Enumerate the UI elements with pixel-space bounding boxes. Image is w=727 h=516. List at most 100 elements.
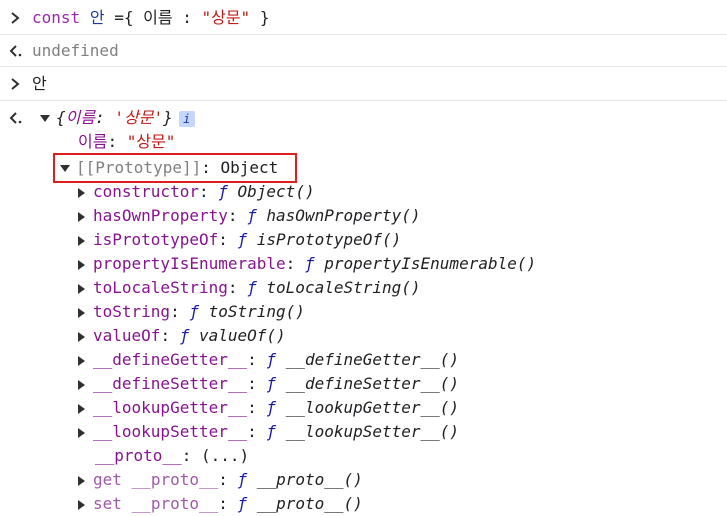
member-signature: valueOf() xyxy=(198,326,286,345)
brace-close: } xyxy=(259,8,270,27)
expand-triangle-icon[interactable] xyxy=(78,187,85,198)
expand-triangle-icon[interactable] xyxy=(78,403,85,414)
undefined-result: undefined xyxy=(32,41,119,60)
console-result-row: undefined xyxy=(0,36,727,67)
function-icon: ƒ xyxy=(266,398,277,417)
expand-triangle-icon[interactable] xyxy=(78,307,85,318)
own-property-row: 이름: "상문" xyxy=(78,130,175,154)
expand-triangle-icon[interactable] xyxy=(78,331,85,342)
highlight-box xyxy=(53,153,297,183)
member-row[interactable]: constructor: ƒ Object() xyxy=(78,180,315,204)
expand-triangle-icon[interactable] xyxy=(78,235,85,246)
member-signature: propertyIsEnumerable() xyxy=(324,254,537,273)
expand-triangle-icon[interactable] xyxy=(78,475,85,486)
member-row[interactable]: hasOwnProperty: ƒ hasOwnProperty() xyxy=(78,204,421,228)
member-signature: Object() xyxy=(237,182,315,201)
input-expression: 안 xyxy=(32,74,47,93)
member-name: __defineGetter__ xyxy=(93,350,248,369)
proto-row[interactable]: __proto__: (...) xyxy=(95,444,249,468)
member-signature: toString() xyxy=(208,302,305,321)
function-icon: ƒ xyxy=(189,302,199,321)
preview-colon: : xyxy=(95,108,105,127)
property-colon: : xyxy=(107,132,118,151)
object-key: 이름 xyxy=(143,8,173,27)
member-row[interactable]: isPrototypeOf: ƒ isPrototypeOf() xyxy=(78,228,401,252)
member-row[interactable]: valueOf: ƒ valueOf() xyxy=(78,324,286,348)
member-colon: : xyxy=(218,230,238,249)
member-row[interactable]: __defineGetter__: ƒ __defineGetter__() xyxy=(78,348,459,372)
member-name: hasOwnProperty xyxy=(93,206,228,225)
member-colon: : xyxy=(247,374,267,393)
function-icon: ƒ xyxy=(179,326,190,345)
member-row[interactable]: __defineSetter__: ƒ __defineSetter__() xyxy=(78,372,459,396)
member-signature: hasOwnProperty() xyxy=(266,206,421,225)
input-prompt-icon xyxy=(9,10,23,28)
proto-name: __proto__ xyxy=(95,446,182,465)
console-input-row: const 안 ={ 이름 : "상문" } xyxy=(0,0,727,35)
keyword-const: const xyxy=(32,8,81,27)
accessor-row[interactable]: set __proto__: ƒ __proto__() xyxy=(78,492,363,516)
member-signature: __lookupSetter__() xyxy=(285,422,460,441)
expand-triangle-icon[interactable] xyxy=(78,211,85,222)
preview-brace-open: { xyxy=(56,108,66,127)
member-row[interactable]: __lookupSetter__: ƒ __lookupSetter__() xyxy=(78,420,459,444)
function-icon: ƒ xyxy=(237,494,248,513)
expand-triangle-icon[interactable] xyxy=(40,115,50,122)
preview-value: '상문' xyxy=(114,108,164,127)
proto-colon: : xyxy=(181,446,192,465)
member-name: toLocaleString xyxy=(93,278,228,297)
result-arrow-icon xyxy=(9,110,23,128)
property-key: 이름 xyxy=(78,132,108,151)
variable-name: 안 xyxy=(89,8,105,27)
member-name: valueOf xyxy=(93,326,161,345)
member-signature: __defineGetter__() xyxy=(285,350,460,369)
member-row[interactable]: toLocaleString: ƒ toLocaleString() xyxy=(78,276,421,300)
member-name: isPrototypeOf xyxy=(93,230,219,249)
member-name: constructor xyxy=(93,182,199,201)
member-colon: : xyxy=(247,398,267,417)
member-name: propertyIsEnumerable xyxy=(93,254,286,273)
expand-triangle-icon[interactable] xyxy=(78,379,85,390)
info-icon[interactable]: i xyxy=(178,110,195,127)
member-name: toString xyxy=(93,302,171,321)
object-preview[interactable]: {이름: '상문'} i xyxy=(40,106,195,130)
accessor-prefix: set xyxy=(93,494,122,513)
colon: : xyxy=(182,8,192,27)
member-colon: : xyxy=(160,326,180,345)
function-icon: ƒ xyxy=(247,278,257,297)
expand-triangle-icon[interactable] xyxy=(78,427,85,438)
expand-triangle-icon[interactable] xyxy=(78,259,85,270)
proto-value[interactable]: (...) xyxy=(201,446,249,465)
member-colon: : xyxy=(247,350,267,369)
property-value: "상문" xyxy=(126,132,176,151)
member-signature: toLocaleString() xyxy=(266,278,421,297)
function-icon: ƒ xyxy=(218,182,228,201)
result-arrow-icon xyxy=(9,43,23,61)
member-signature: isPrototypeOf() xyxy=(256,230,402,249)
member-colon: : xyxy=(227,278,248,297)
expand-triangle-icon[interactable] xyxy=(78,283,85,294)
expand-triangle-icon[interactable] xyxy=(78,355,85,366)
member-colon: : xyxy=(170,302,190,321)
accessor-colon: : xyxy=(218,470,238,489)
accessor-row[interactable]: get __proto__: ƒ __proto__() xyxy=(78,468,363,492)
member-row[interactable]: propertyIsEnumerable: ƒ propertyIsEnumer… xyxy=(78,252,536,276)
function-icon: ƒ xyxy=(266,422,277,441)
brace-open: { xyxy=(123,8,134,27)
member-colon: : xyxy=(285,254,305,273)
function-icon: ƒ xyxy=(304,254,315,273)
preview-brace-close: } xyxy=(163,108,173,127)
accessor-name: __proto__ xyxy=(131,470,219,489)
accessor-prefix: get xyxy=(93,470,122,489)
member-row[interactable]: __lookupGetter__: ƒ __lookupGetter__() xyxy=(78,396,459,420)
accessor-name: __proto__ xyxy=(131,494,219,513)
console-input-row-2: 안 xyxy=(0,68,727,101)
accessor-colon: : xyxy=(218,494,238,513)
accessor-signature: __proto__() xyxy=(256,494,363,513)
function-icon: ƒ xyxy=(247,206,257,225)
function-icon: ƒ xyxy=(237,230,248,249)
expand-triangle-icon[interactable] xyxy=(78,499,85,510)
member-row[interactable]: toString: ƒ toString() xyxy=(78,300,305,324)
function-icon: ƒ xyxy=(266,350,277,369)
function-icon: ƒ xyxy=(237,470,248,489)
